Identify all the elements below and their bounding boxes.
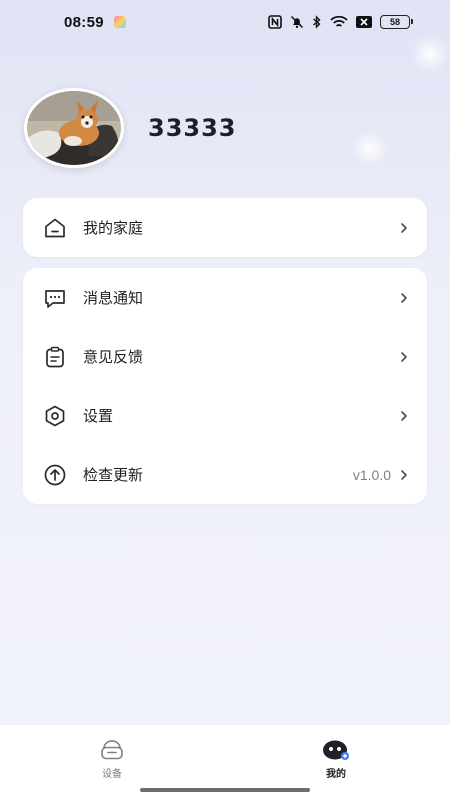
- battery-icon: 58: [380, 15, 413, 29]
- nfc-icon: [268, 15, 282, 29]
- menu-item-feedback[interactable]: 意见反馈: [23, 327, 427, 386]
- home-indicator[interactable]: [140, 788, 310, 792]
- family-card: 我的家庭: [23, 198, 427, 257]
- device-icon: [101, 740, 123, 760]
- mute-icon: [290, 15, 304, 29]
- app-notification-icon: [113, 16, 126, 28]
- chevron-right-icon: [399, 222, 409, 234]
- menu-item-label: 消息通知: [83, 289, 144, 307]
- avatar[interactable]: [24, 88, 124, 168]
- menu-item-label: 检查更新: [83, 466, 144, 484]
- robot-icon: [323, 740, 349, 760]
- tab-label: 我的: [326, 769, 346, 780]
- menu-item-my-family[interactable]: 我的家庭: [23, 198, 427, 257]
- status-bar: 08:59 58: [0, 0, 450, 44]
- message-icon: [41, 284, 69, 312]
- username: 33333: [148, 114, 237, 142]
- menu-item-check-update[interactable]: 检查更新 v1.0.0: [23, 445, 427, 504]
- status-icons: 58: [268, 15, 413, 29]
- corgi-avatar-image: [27, 91, 121, 165]
- home-icon: [41, 214, 69, 242]
- tab-label: 设备: [102, 769, 122, 780]
- tab-bar: 设备 我的: [0, 724, 450, 800]
- chevron-right-icon: [399, 292, 409, 304]
- status-time: 08:59: [64, 13, 104, 31]
- background-glow: [410, 34, 450, 74]
- profile-header: 33333: [24, 88, 237, 168]
- main-menu-card: 消息通知 意见反馈 设置 检查更新 v1.0.0: [23, 268, 427, 504]
- bluetooth-icon: [313, 15, 321, 29]
- wifi-icon: [330, 15, 348, 27]
- version-value: v1.0.0: [352, 466, 391, 483]
- sim-off-icon: [356, 16, 372, 28]
- chevron-right-icon: [399, 410, 409, 422]
- background-glow: [352, 130, 388, 166]
- chevron-right-icon: [399, 469, 409, 481]
- settings-icon: [41, 402, 69, 430]
- menu-item-notifications[interactable]: 消息通知: [23, 268, 427, 327]
- menu-item-label: 意见反馈: [83, 348, 144, 366]
- chevron-right-icon: [399, 351, 409, 363]
- menu-item-label: 我的家庭: [83, 219, 144, 237]
- menu-item-settings[interactable]: 设置: [23, 386, 427, 445]
- tab-mine[interactable]: 我的: [306, 739, 366, 780]
- upload-icon: [41, 461, 69, 489]
- feedback-icon: [41, 343, 69, 371]
- menu-item-label: 设置: [83, 407, 114, 425]
- tab-devices[interactable]: 设备: [82, 739, 142, 780]
